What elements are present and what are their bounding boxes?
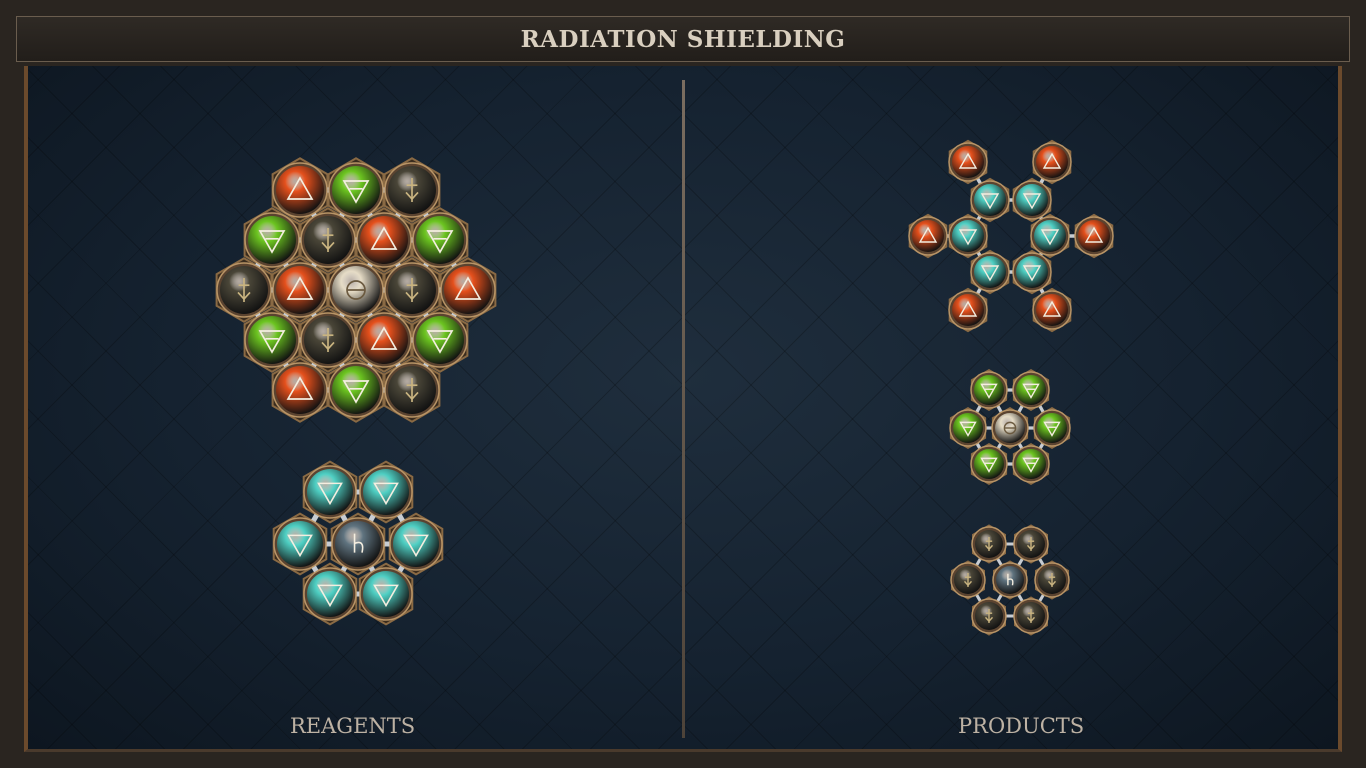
earth-atom [328,362,384,418]
lead-atom [384,362,440,418]
product-1-molecule [908,139,1114,333]
lead-atom [950,562,986,598]
water-atom [303,567,357,621]
water-atom [303,465,357,519]
salt-atom [991,409,1029,447]
water-atom [1012,180,1052,220]
earth-atom [1012,371,1050,409]
salt-atom [328,262,384,318]
earth-atom [970,445,1008,483]
earth-atom [1033,409,1071,447]
water-atom [359,465,413,519]
quintessence-atom [331,517,385,571]
water-atom [1012,252,1052,292]
earth-atom [949,409,987,447]
fire-atom [1074,216,1114,256]
earth-atom [1012,445,1050,483]
reagent-1-molecule [215,157,497,423]
water-atom [389,517,443,571]
water-atom [273,517,327,571]
lead-atom [216,262,272,318]
fire-atom [1032,290,1072,330]
lead-atom [300,312,356,368]
reagents-label: REAGENTS [290,714,416,738]
lead-atom [1034,562,1070,598]
lead-atom [1013,598,1049,634]
fire-atom [948,290,988,330]
earth-atom [328,162,384,218]
fire-atom [356,212,412,268]
fire-atom [1032,142,1072,182]
fire-atom [908,216,948,256]
earth-atom [412,212,468,268]
fire-atom [440,262,496,318]
earth-atom [412,312,468,368]
fire-atom [272,162,328,218]
earth-atom [244,212,300,268]
lead-atom [971,526,1007,562]
water-atom [970,180,1010,220]
products-label: PRODUCTS [958,714,1085,738]
fire-atom [272,262,328,318]
water-atom [948,216,988,256]
fire-atom [356,312,412,368]
lead-atom [384,162,440,218]
lead-atom [384,262,440,318]
reagent-2-molecule [272,460,444,626]
lead-atom [971,598,1007,634]
water-atom [359,567,413,621]
water-atom [1030,216,1070,256]
lead-atom [300,212,356,268]
fire-atom [272,362,328,418]
earth-atom [244,312,300,368]
lead-atom [1013,526,1049,562]
water-atom [970,252,1010,292]
quintessence-atom [992,562,1028,598]
product-2-molecule [949,369,1071,485]
product-3-molecule [950,524,1070,636]
fire-atom [948,142,988,182]
molecules-layer [215,139,1114,636]
earth-atom [970,371,1008,409]
